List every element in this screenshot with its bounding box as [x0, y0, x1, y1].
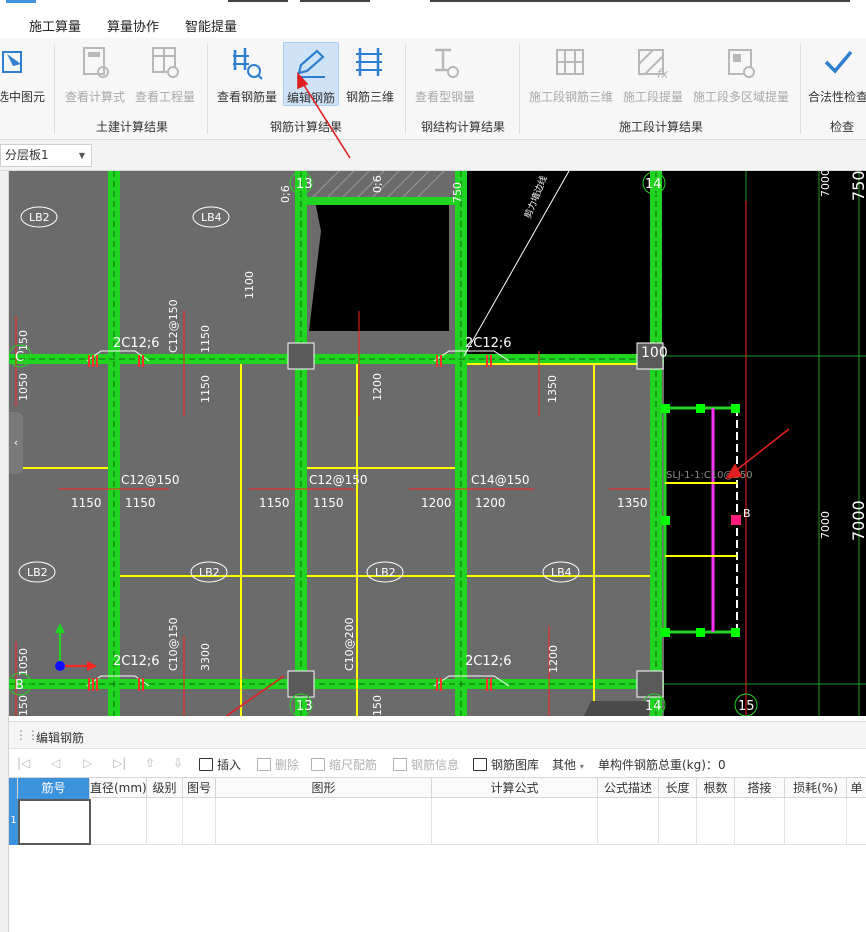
cell-shape[interactable] [216, 799, 432, 845]
col-formula[interactable]: 计算公式 [432, 778, 598, 799]
rebar-table: 筋号 直径(mm) 级别 图号 图形 计算公式 公式描述 长度 根数 搭接 损耗… [9, 777, 866, 932]
chevron-down-icon: ▾ [579, 762, 584, 771]
cell-formula-desc[interactable] [598, 799, 659, 845]
prev-record-icon[interactable]: ◁ [51, 756, 60, 770]
move-up-icon[interactable]: ⇧ [145, 756, 155, 770]
col-loss[interactable]: 损耗(%) [785, 778, 847, 799]
cell-diameter[interactable] [91, 799, 147, 845]
cell-unit[interactable] [847, 799, 866, 845]
col-unit-partial[interactable]: 单 [847, 778, 866, 799]
row-number[interactable]: 1 [9, 799, 18, 845]
move-down-icon[interactable]: ⇩ [173, 756, 183, 770]
col-grade[interactable]: 级别 [147, 778, 183, 799]
panel-title: 编辑钢筋 [36, 731, 85, 745]
edit-rebar-panel-header: ⋮⋮ 编辑钢筋 [9, 721, 866, 749]
next-record-icon[interactable]: ▷ [83, 756, 92, 770]
col-count[interactable]: 根数 [697, 778, 735, 799]
col-figure-no[interactable]: 图号 [183, 778, 216, 799]
total-weight-value: 0 [717, 758, 726, 772]
rebar-library-button[interactable]: 钢筋图库 [473, 756, 539, 773]
delete-button[interactable]: 删除 [257, 756, 299, 773]
cell-loss[interactable] [785, 799, 847, 845]
scale-rebar-button[interactable]: 缩尺配筋 [311, 756, 377, 773]
ruler-icon [311, 758, 325, 771]
col-rebar-no[interactable]: 筋号 [18, 778, 90, 799]
col-shape[interactable]: 图形 [216, 778, 432, 799]
cell-count[interactable] [697, 799, 735, 845]
edit-rebar-toolbar: |◁ ◁ ▷ ▷| ⇧ ⇩ 插入 删除 缩尺配筋 钢筋信息 钢筋图库 其他 ▾ … [9, 750, 866, 777]
cell-figure-no[interactable] [183, 799, 216, 845]
library-icon [473, 758, 487, 771]
table-header: 筋号 直径(mm) 级别 图号 图形 计算公式 公式描述 长度 根数 搭接 损耗… [9, 777, 866, 799]
col-lap[interactable]: 搭接 [735, 778, 785, 799]
cell-formula[interactable] [432, 799, 598, 845]
rebar-info-button[interactable]: 钢筋信息 [393, 756, 459, 773]
total-weight-label: 单构件钢筋总重(kg)：0 [598, 758, 726, 772]
insert-icon [199, 758, 213, 771]
cell-grade[interactable] [147, 799, 183, 845]
trash-icon [257, 758, 271, 771]
cell-rebar-no-selected[interactable] [18, 799, 91, 845]
last-record-icon[interactable]: ▷| [113, 756, 126, 770]
other-dropdown[interactable]: 其他 ▾ [552, 756, 584, 773]
col-length[interactable]: 长度 [659, 778, 697, 799]
first-record-icon[interactable]: |◁ [17, 756, 30, 770]
app-window: { "menu": ["施工算量", "算量协作", "智能提量"], "rib… [0, 0, 866, 932]
cell-length[interactable] [659, 799, 697, 845]
col-diameter[interactable]: 直径(mm) [90, 778, 147, 799]
table-corner [9, 778, 18, 799]
insert-button[interactable]: 插入 [199, 756, 241, 773]
cell-lap[interactable] [735, 799, 785, 845]
col-formula-desc[interactable]: 公式描述 [598, 778, 659, 799]
info-list-icon [393, 758, 407, 771]
